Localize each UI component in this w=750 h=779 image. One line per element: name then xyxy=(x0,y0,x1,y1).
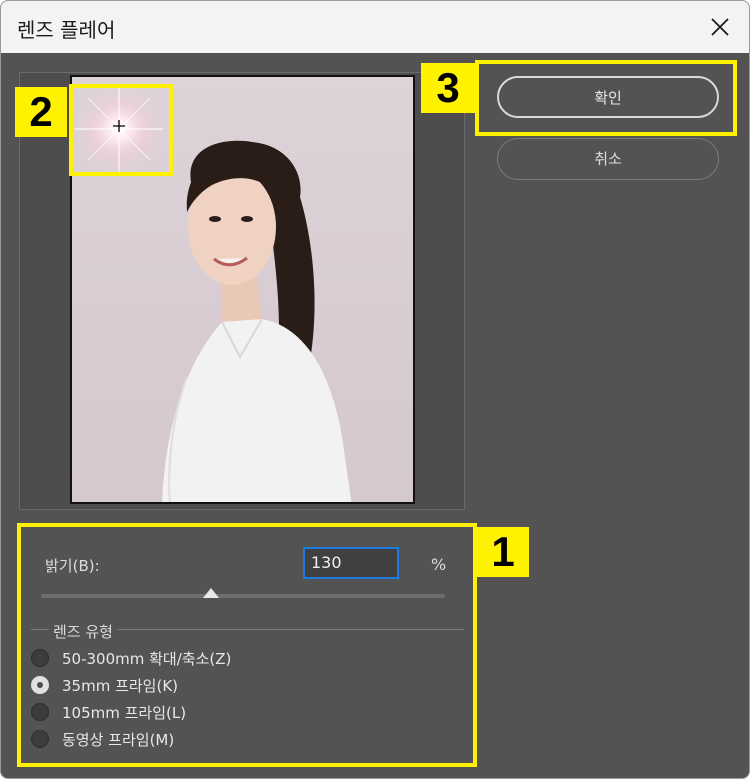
callout-number-1: 1 xyxy=(477,527,529,577)
settings-highlight xyxy=(17,523,477,767)
cancel-button[interactable]: 취소 xyxy=(497,138,719,180)
callout-number-3: 3 xyxy=(421,63,475,113)
flare-position-highlight xyxy=(69,84,173,176)
close-icon xyxy=(711,18,729,36)
title-bar: 렌즈 플레어 xyxy=(1,1,749,53)
window-title: 렌즈 플레어 xyxy=(17,18,116,42)
close-button[interactable] xyxy=(701,9,739,45)
ok-button-highlight xyxy=(475,60,737,136)
callout-number-2: 2 xyxy=(15,87,67,137)
lens-flare-dialog: 렌즈 플레어 2 확인 취소 3 밝기(B): 130 % 렌즈 유형 50-3… xyxy=(0,0,750,779)
